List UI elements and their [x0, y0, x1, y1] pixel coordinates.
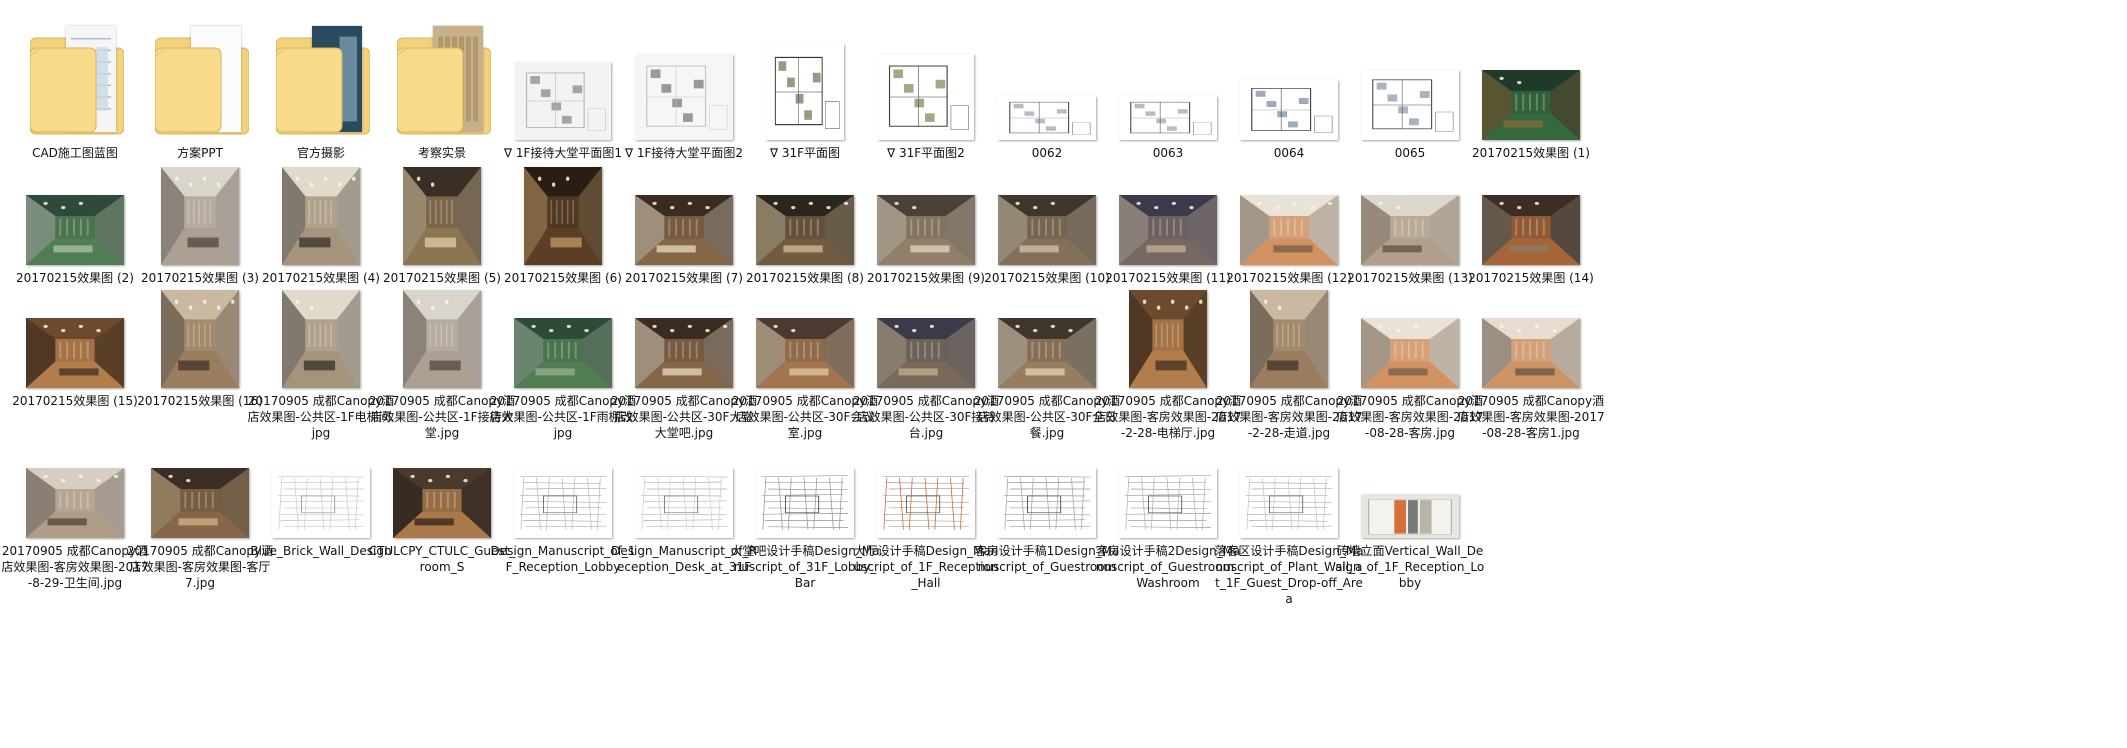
render-thumbnail[interactable]: [151, 468, 249, 538]
file-thumbnail-area[interactable]: [1335, 398, 1485, 538]
thumbnail-image: [756, 468, 854, 538]
render-thumbnail[interactable]: [1250, 290, 1328, 388]
sketch-thumbnail[interactable]: [756, 468, 854, 538]
sketch-thumbnail[interactable]: [272, 468, 370, 538]
thumbnail-image: [514, 318, 612, 388]
file-grid: CAD施工图蓝图 方案PPT 官方摄影 考察实景 ∇ 1F接待大堂平面图1 ∇ 1F…: [0, 0, 2127, 748]
render-thumbnail[interactable]: [635, 318, 733, 388]
thumbnail-image: [151, 468, 249, 538]
thumbnail-image: [26, 318, 124, 388]
render-thumbnail[interactable]: [1482, 318, 1580, 388]
render-thumbnail[interactable]: [1129, 290, 1207, 388]
folder-front: [154, 20, 249, 138]
folder-front: [396, 20, 491, 138]
thumbnail-image: [514, 468, 612, 538]
folder-icon[interactable]: [396, 20, 492, 140]
thumbnail-image: [998, 318, 1096, 388]
thumbnail-image: [403, 290, 481, 388]
thumbnail-image: [1361, 318, 1459, 388]
render-thumbnail[interactable]: [403, 290, 481, 388]
folder-icon[interactable]: [275, 20, 371, 140]
render-thumbnail[interactable]: [282, 290, 360, 388]
thumbnail-image: [1361, 494, 1459, 538]
thumbnail-image: [1482, 318, 1580, 388]
file-item[interactable]: 砖墙立面Vertical_Wall_Design_of_1F_Reception…: [1335, 398, 1485, 590]
thumbnail-image: [282, 290, 360, 388]
sketch-thumbnail[interactable]: [998, 468, 1096, 538]
sketch-thumbnail[interactable]: [1119, 468, 1217, 538]
folder-front: [29, 20, 124, 138]
thumbnail-image: [998, 468, 1096, 538]
thumbnail-image: [756, 318, 854, 388]
render-thumbnail[interactable]: [26, 468, 124, 538]
sketch-thumbnail[interactable]: [514, 468, 612, 538]
thumbnail-image: [877, 468, 975, 538]
render-thumbnail[interactable]: [756, 318, 854, 388]
render-thumbnail[interactable]: [998, 318, 1096, 388]
folder-icon[interactable]: [154, 20, 250, 140]
file-name-label: 砖墙立面Vertical_Wall_Design_of_1F_Reception…: [1335, 544, 1485, 590]
sketch-thumbnail[interactable]: [635, 468, 733, 538]
render-thumbnail[interactable]: [514, 318, 612, 388]
thumbnail-image: [635, 318, 733, 388]
sketch-thumbnail[interactable]: [877, 468, 975, 538]
thumbnail-image: [1129, 290, 1207, 388]
file-item[interactable]: 20170905 成都Canopy酒店效果图-客房效果图-2017-08-28-…: [1456, 248, 1606, 440]
thumbnail-image: [1119, 468, 1217, 538]
render-thumbnail[interactable]: [26, 318, 124, 388]
thumbnail-image: [1250, 290, 1328, 388]
render-thumbnail[interactable]: [161, 290, 239, 388]
file-thumbnail-area[interactable]: [1456, 248, 1606, 388]
thumbnail-image: [26, 468, 124, 538]
render-thumbnail[interactable]: [393, 468, 491, 538]
thumbnail-image: [635, 468, 733, 538]
sketch-thumbnail[interactable]: [1240, 468, 1338, 538]
render-thumbnail[interactable]: [1361, 318, 1459, 388]
render-thumbnail[interactable]: [877, 318, 975, 388]
file-thumbnail-area[interactable]: [1456, 125, 1606, 265]
thumbnail-image: [877, 318, 975, 388]
render-thumbnail[interactable]: [1361, 494, 1459, 538]
thumbnail-image: [393, 468, 491, 538]
thumbnail-image: [161, 290, 239, 388]
thumbnail-image: [272, 468, 370, 538]
thumbnail-image: [1240, 468, 1338, 538]
folder-front: [275, 20, 370, 138]
folder-icon[interactable]: [29, 20, 125, 140]
file-thumbnail-area[interactable]: [1456, 0, 1606, 140]
